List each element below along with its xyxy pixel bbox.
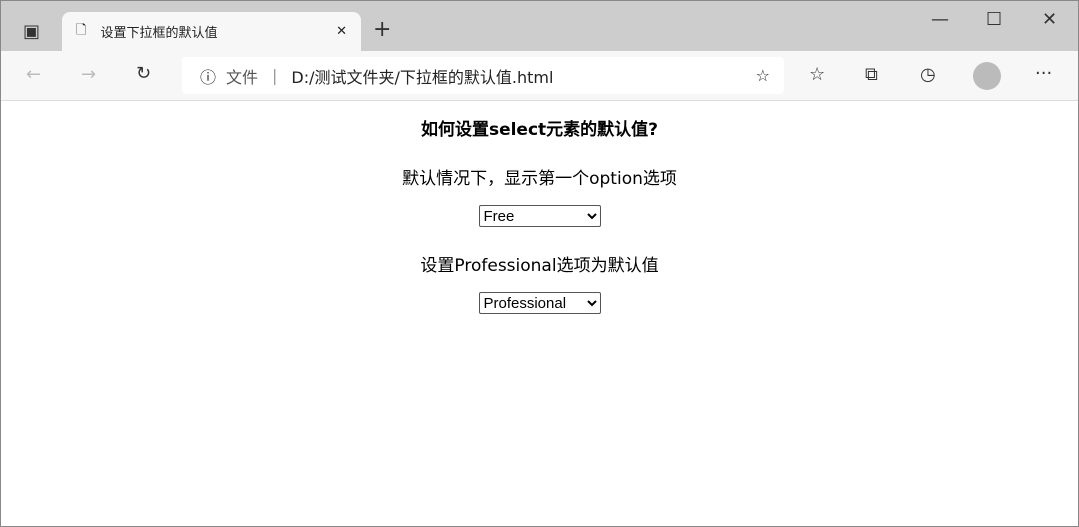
tab-title: 设置下拉框的默认值 — [100, 26, 218, 41]
close-tab-icon[interactable]: ✕ — [336, 24, 347, 39]
address-bar[interactable]: ⓘ 文件 | D:/测试文件夹/下拉框的默认值.html ☆ — [182, 57, 784, 94]
text-default: 默认情况下，显示第一个option选项 — [402, 169, 677, 189]
more-icon[interactable]: ··· — [1035, 63, 1052, 84]
favorites-icon[interactable]: ☆ — [809, 64, 825, 85]
address-label: 文件 — [226, 67, 259, 87]
history-icon[interactable]: ◷ — [920, 64, 936, 85]
refresh-icon[interactable]: ↻ — [136, 63, 151, 84]
select-default[interactable]: Free — [478, 205, 601, 227]
page-content: 如何设置select元素的默认值? 默认情况下，显示第一个option选项 Fr… — [1, 115, 1078, 314]
text-professional: 设置Professional选项为默认值 — [420, 256, 659, 276]
minimize-icon[interactable]: — — [931, 9, 949, 30]
avatar[interactable] — [973, 62, 1001, 90]
favorite-add-icon[interactable]: ☆ — [756, 66, 770, 85]
new-tab-icon[interactable]: + — [373, 17, 391, 42]
select-professional[interactable]: Professional — [478, 292, 601, 314]
close-window-icon[interactable]: ✕ — [1042, 9, 1057, 30]
toolbar: ← → ↻ ⓘ 文件 | D:/测试文件夹/下拉框的默认值.html ☆ ☆ ⧉… — [1, 51, 1078, 101]
page-heading: 如何设置select元素的默认值? — [420, 120, 659, 140]
url-text: D:/测试文件夹/下拉框的默认值.html — [291, 67, 554, 87]
file-icon: 🗋 — [76, 22, 87, 38]
tab-actions-icon[interactable]: ▣ — [23, 21, 40, 42]
maximize-icon[interactable]: ☐ — [986, 9, 1002, 30]
forward-icon[interactable]: → — [81, 64, 96, 85]
collections-icon[interactable]: ⧉ — [865, 64, 878, 85]
back-icon[interactable]: ← — [26, 64, 41, 85]
tab-bar: ▣ 🗋 设置下拉框的默认值 ✕ + — ☐ ✕ — [1, 1, 1078, 51]
tab-active[interactable]: 🗋 设置下拉框的默认值 ✕ — [62, 12, 361, 51]
info-icon: ⓘ — [200, 67, 217, 87]
